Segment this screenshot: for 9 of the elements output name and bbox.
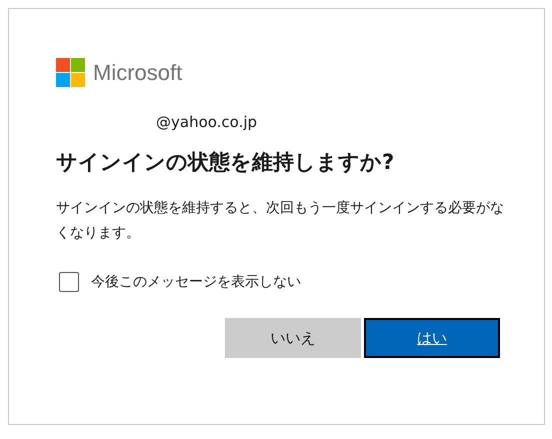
brand-name: Microsoft bbox=[93, 60, 182, 86]
checkbox-label: 今後このメッセージを表示しない bbox=[91, 273, 301, 291]
yes-button[interactable]: はい bbox=[364, 318, 500, 358]
account-email: @yahoo.co.jp bbox=[156, 113, 258, 131]
description-text: サインインの状態を維持すると、次回もう一度サインインする必要がなくなります。 bbox=[56, 199, 505, 243]
checkbox[interactable] bbox=[59, 272, 79, 292]
microsoft-logo-icon bbox=[56, 58, 85, 87]
no-button[interactable]: いいえ bbox=[225, 318, 361, 358]
dialog-heading: サインインの状態を維持しますか? bbox=[56, 149, 396, 176]
